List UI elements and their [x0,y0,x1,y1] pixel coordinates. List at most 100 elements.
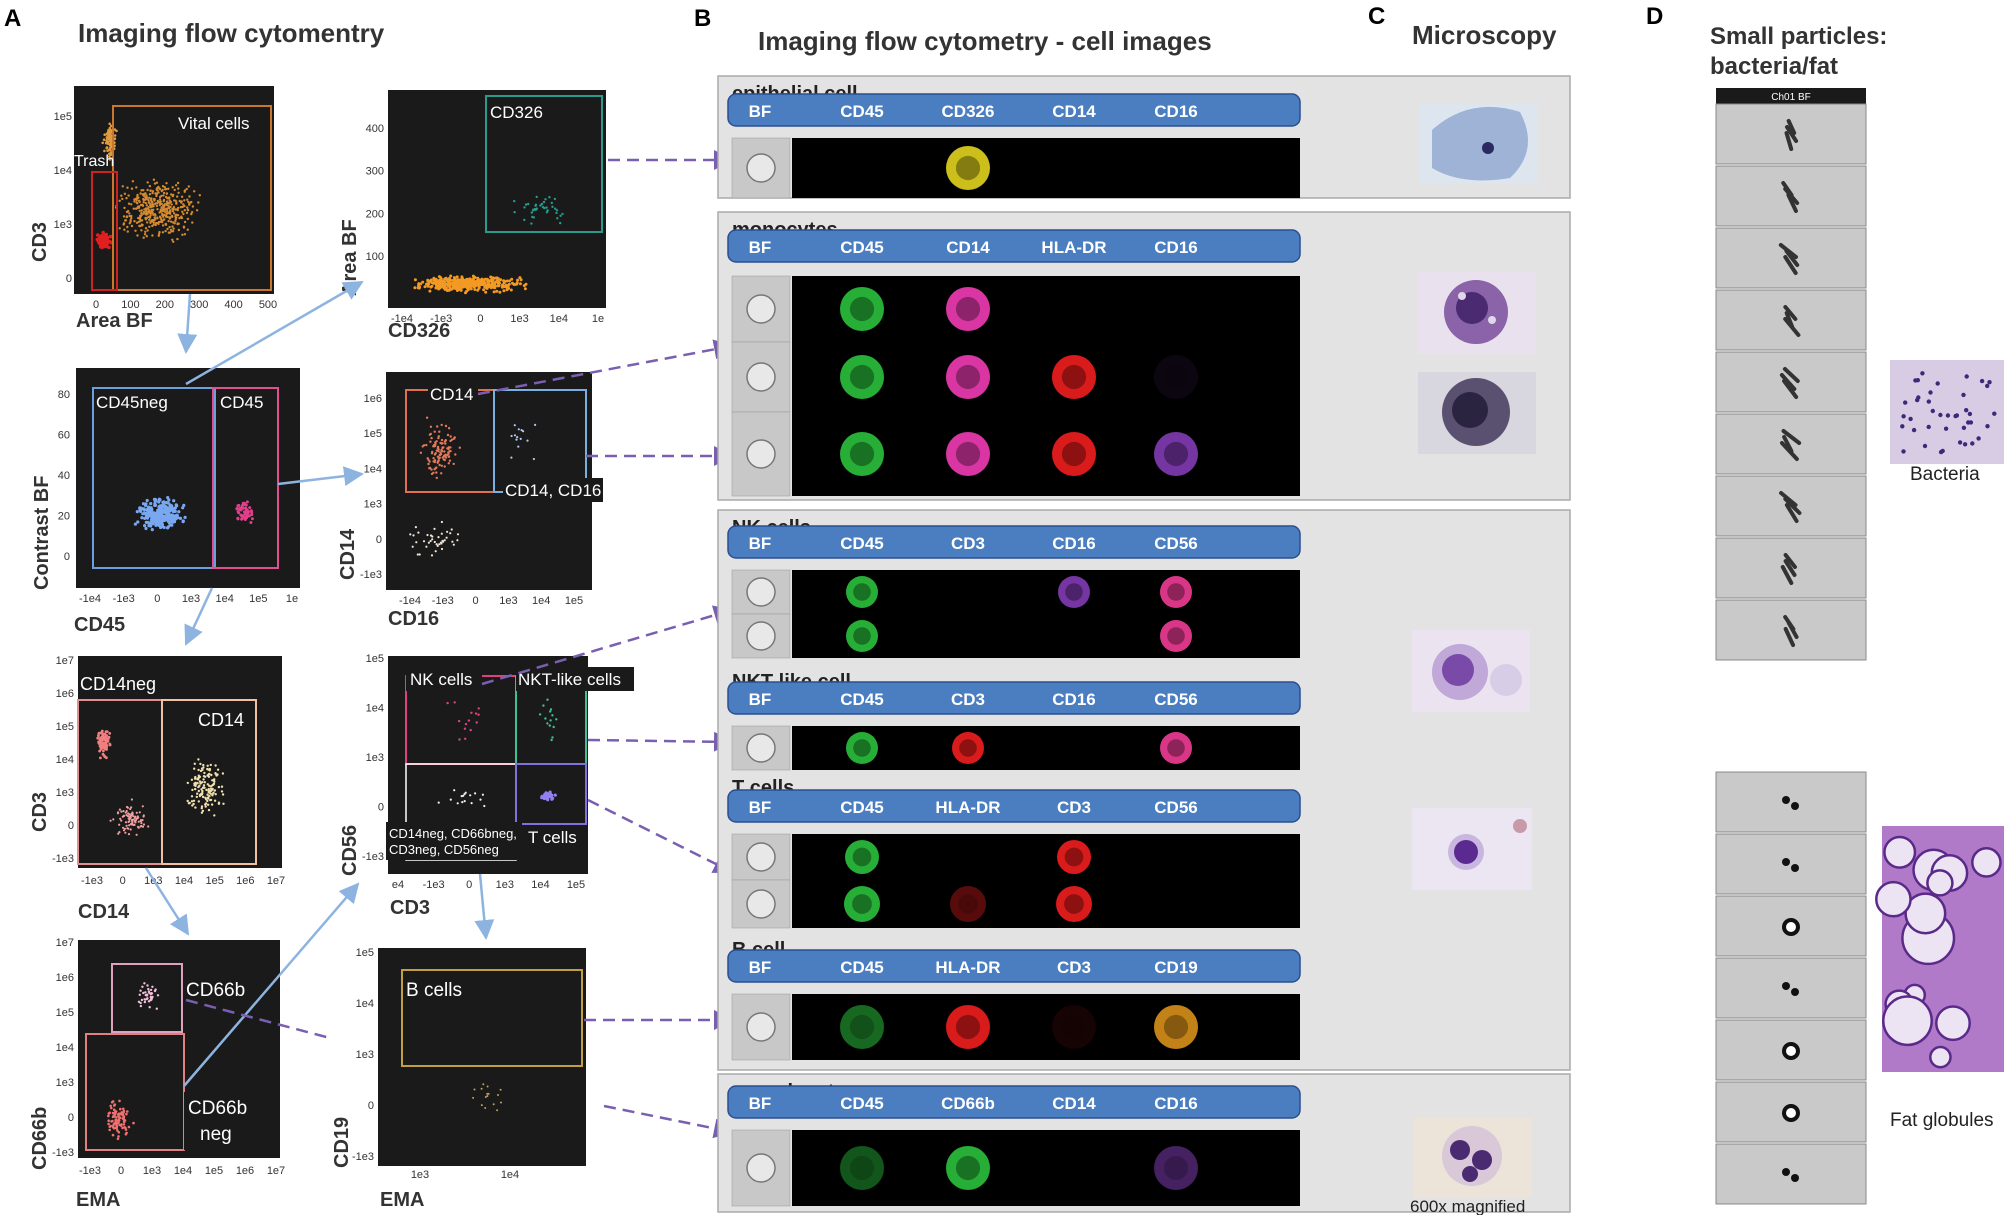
scatter-point [115,129,118,133]
scatter-point [174,184,178,187]
scatter-point [517,428,520,431]
scatter-point [170,220,173,223]
particle-image [1715,1143,1867,1205]
scatter-point [467,279,471,283]
scatter-point [181,506,185,510]
fat-globule [1875,880,1912,918]
channel-label: CD66b [941,1094,995,1113]
scatter-point [146,181,149,184]
scatter-point [198,794,202,798]
scatter-point [480,1087,483,1090]
y-tick-label: 200 [366,208,384,220]
scatter-point [103,133,106,136]
x-tick-label: 500 [259,299,277,311]
x-tick-label: 0 [154,593,160,605]
scatter-point [124,1128,128,1131]
scatter-point [440,450,444,453]
scatter-point [108,1125,112,1128]
scatter-point [481,793,484,796]
scatter-point [551,714,554,717]
bf-cell [746,153,776,183]
scatter-point [106,149,109,153]
scatter-point [146,221,149,224]
scatter-point [544,717,547,720]
scatter-point [155,194,158,198]
scatter-point [449,446,452,449]
scatter-point [427,462,430,466]
scatter-point [458,282,462,286]
scatter-point [141,512,145,516]
y-axis-label: CD56 [339,825,361,876]
scatter-point [538,713,542,716]
scatter-point [150,510,154,514]
scatter-point [152,178,156,181]
scatter-point [435,466,438,469]
scatter-point [475,721,478,724]
scatter-point [441,539,444,543]
scatter-point [165,182,168,185]
scatter-point [161,185,165,188]
fat-globule [1926,869,1954,897]
scatter-point [418,285,422,289]
scatter-point [444,455,447,458]
bacterium-dot [1903,400,1908,405]
scatter-point [149,502,153,506]
cell-signal-core [955,441,981,467]
scatter-point [435,543,438,546]
scatter-point [206,799,209,803]
scatter-point [201,795,205,799]
scatter-point [122,1117,125,1121]
scatter-point [144,227,148,230]
scatter-point [124,831,127,834]
particle [1782,858,1790,866]
scatter-point [157,234,160,237]
scatter-point [127,194,130,197]
scatter-point [162,208,165,211]
channel-label: CD326 [942,102,995,121]
scatter-point [456,533,460,536]
scatter-point [209,798,213,802]
y-tick-label: 0 [368,1100,374,1112]
scatter-point [559,214,562,217]
gate-label: T cells [528,828,577,847]
scatter-point [523,287,527,291]
scatter-point [452,286,456,290]
magnification-note: 600x magnified [1410,1197,1525,1215]
scatter-point [176,222,179,226]
channel-label: CD14 [1052,102,1096,121]
y-axis-label: CD19 [331,1117,353,1168]
scatter-point [518,282,522,286]
scatter-point [207,789,210,792]
scatter-point [196,782,199,785]
scatter-point [534,423,537,426]
scatter-point [162,194,165,197]
scatter-point [173,188,176,192]
scatter-point [142,236,145,239]
channel-label: CD45 [840,1094,883,1113]
scatter-point [515,281,519,285]
scatter-point [149,221,152,224]
scatter-point [171,186,174,189]
scatter-point [428,289,432,293]
scatter-point [128,222,131,225]
scatter-point [127,202,131,205]
scatter-point [454,453,457,456]
scatter-point [425,416,429,419]
scatter-point [169,228,173,232]
scatter-point [193,190,196,193]
scatter-point [426,284,430,288]
scatter-point [181,520,185,524]
panel-c-title: Microscopy [1412,20,1557,50]
scatter-point [206,796,210,799]
scatter-point [186,206,189,209]
scatter-point [117,1121,120,1124]
scatter-point [144,201,148,205]
scatter-point [144,991,147,994]
scatter-point [123,228,126,231]
scatter-point [561,212,564,216]
x-tick-label: 1e3 [411,1169,429,1181]
bacterium-dot [1967,411,1973,417]
channel-label: BF [749,798,772,817]
scatter-point [492,1103,495,1106]
scatter-point [172,193,175,197]
